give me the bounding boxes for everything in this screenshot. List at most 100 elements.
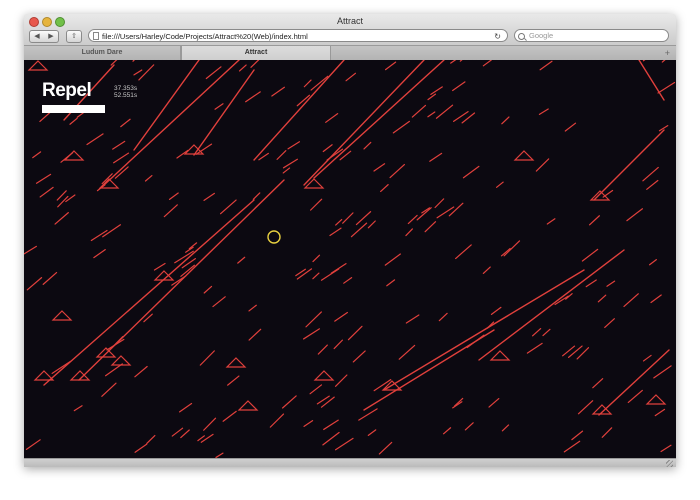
particle-streak bbox=[205, 66, 222, 80]
particle-streak bbox=[171, 427, 184, 437]
particle-streak bbox=[227, 375, 240, 386]
particle-streak bbox=[434, 198, 445, 209]
address-bar[interactable]: file:///Users/Harley/Code/Projects/Attra… bbox=[88, 29, 508, 42]
particle-streak bbox=[104, 363, 123, 377]
particle-streak bbox=[642, 60, 646, 62]
share-icon: ⇧ bbox=[71, 33, 77, 40]
particle-streak bbox=[214, 103, 224, 110]
particle-streak bbox=[25, 439, 41, 451]
particle-streak bbox=[153, 262, 166, 271]
particle-streak bbox=[488, 397, 500, 408]
particle-streak bbox=[466, 334, 485, 349]
particle-streak bbox=[367, 220, 376, 229]
resize-grip-icon[interactable] bbox=[666, 460, 673, 467]
particle-streak bbox=[35, 173, 52, 184]
particle-streak bbox=[73, 405, 83, 412]
particle-streak bbox=[367, 429, 377, 436]
particle-streak bbox=[623, 293, 639, 308]
new-tab-button[interactable]: + bbox=[665, 46, 670, 60]
particle-streak bbox=[542, 328, 551, 337]
reload-button[interactable]: ↻ bbox=[494, 30, 501, 41]
particle-streak bbox=[120, 118, 131, 128]
particle-streak bbox=[503, 240, 521, 257]
particle-streak bbox=[252, 192, 261, 200]
particle-streak bbox=[363, 141, 372, 150]
particle-streak bbox=[199, 350, 215, 366]
particle-streak bbox=[238, 64, 247, 72]
triangle-icon bbox=[313, 370, 335, 381]
stat-time-1: 37.353s bbox=[114, 85, 138, 92]
particle-streak bbox=[271, 86, 285, 97]
search-field[interactable]: Google bbox=[514, 29, 669, 42]
particle-streak bbox=[258, 152, 269, 161]
particle-streak bbox=[203, 192, 216, 201]
particle-streak bbox=[178, 402, 193, 413]
triangle-icon bbox=[51, 310, 73, 321]
particle-streak bbox=[565, 293, 573, 300]
particle-streak bbox=[103, 60, 240, 186]
particle-streak bbox=[654, 408, 666, 417]
particle-streak bbox=[405, 228, 413, 237]
particle-streak bbox=[215, 452, 224, 458]
game-canvas[interactable]: Repel 37.353s 52.551s bbox=[24, 60, 676, 458]
particle-streak bbox=[276, 150, 287, 160]
particle-streak bbox=[452, 81, 466, 92]
particle-streak bbox=[407, 214, 418, 225]
particle-streak bbox=[352, 350, 366, 363]
particle-streak bbox=[42, 271, 58, 285]
particle-streak bbox=[281, 395, 297, 409]
particle-streak bbox=[442, 427, 452, 435]
particle-streak bbox=[378, 441, 393, 455]
particle-streak bbox=[650, 294, 662, 304]
particle-streak bbox=[212, 296, 226, 308]
tab-attract[interactable]: Attract bbox=[181, 46, 331, 60]
particle-streak bbox=[312, 254, 321, 263]
particle-streak bbox=[638, 60, 665, 101]
particle-streak bbox=[424, 221, 437, 233]
particle-streak bbox=[606, 280, 616, 287]
particle-streak bbox=[200, 433, 214, 443]
particle-streak bbox=[601, 427, 613, 438]
particle-streak bbox=[303, 420, 314, 428]
particle-streak bbox=[93, 249, 106, 259]
particle-streak bbox=[345, 72, 357, 82]
particle-streak bbox=[585, 279, 597, 288]
particle-streak bbox=[538, 108, 549, 115]
game-scene bbox=[24, 60, 676, 458]
particle-streak bbox=[535, 158, 550, 172]
particle-streak bbox=[459, 60, 463, 62]
particle-streak bbox=[134, 365, 148, 378]
particle-streak bbox=[627, 389, 643, 404]
particle-streak bbox=[405, 314, 420, 324]
particle-streak bbox=[39, 186, 54, 198]
particle-streak bbox=[69, 117, 78, 125]
particle-streak bbox=[333, 339, 344, 350]
particle-streak bbox=[32, 151, 42, 159]
particle-streak bbox=[642, 354, 652, 362]
game-title: Repel bbox=[42, 80, 92, 101]
share-button[interactable]: ⇧ bbox=[66, 30, 82, 43]
particle-streak bbox=[350, 222, 368, 238]
particle-streak bbox=[389, 163, 405, 179]
tab-ludum-dare[interactable]: Ludum Dare bbox=[24, 46, 181, 60]
particle-streak bbox=[54, 212, 69, 225]
particle-streak bbox=[577, 400, 594, 415]
particle-streak bbox=[464, 422, 474, 431]
particle-streak bbox=[383, 269, 585, 391]
forward-button[interactable]: ▶ bbox=[44, 30, 59, 43]
particle-streak bbox=[592, 378, 604, 389]
particle-streak bbox=[358, 408, 378, 421]
search-placeholder: Google bbox=[529, 31, 554, 40]
particle-streak bbox=[248, 328, 262, 341]
back-button[interactable]: ◀ bbox=[29, 30, 45, 43]
triangle-icon bbox=[489, 350, 511, 361]
particle-streak bbox=[322, 431, 340, 446]
particle-streak bbox=[245, 91, 261, 103]
particle-streak bbox=[287, 141, 301, 150]
particle-streak bbox=[646, 179, 659, 190]
particle-streak bbox=[581, 248, 599, 262]
particle-streak bbox=[110, 60, 118, 66]
particle-streak bbox=[24, 245, 37, 255]
triangle-icon bbox=[513, 150, 535, 161]
particle-streak bbox=[43, 199, 255, 386]
